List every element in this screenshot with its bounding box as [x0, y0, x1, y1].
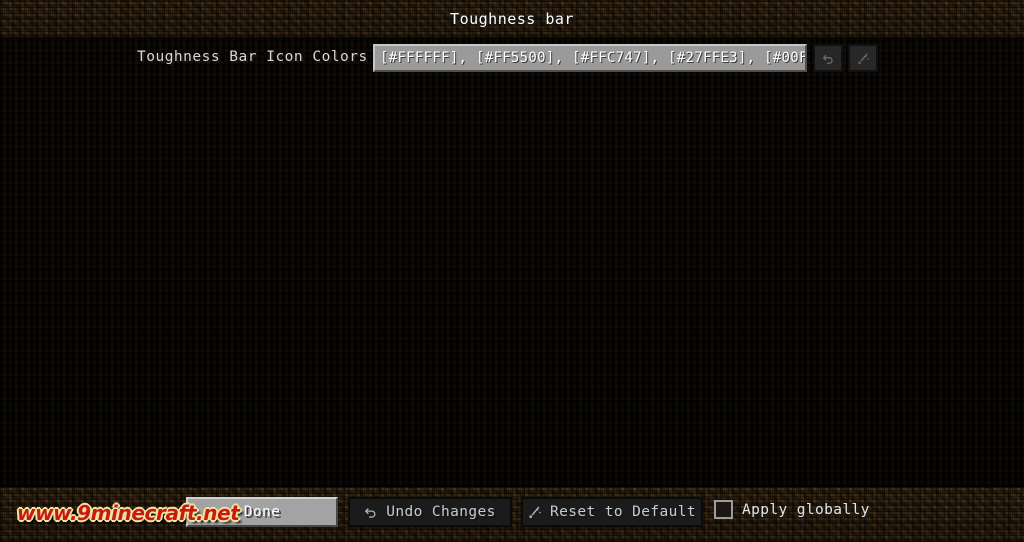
config-entry-row: Toughness Bar Icon Colors [#FFFFFF], [#F… [0, 44, 1024, 74]
footer-divider [0, 485, 1024, 487]
apply-globally-label: Apply globally [742, 501, 870, 518]
minecraft-config-screen: Toughness bar Toughness Bar Icon Colors … [0, 0, 1024, 542]
magic-wand-icon [857, 52, 870, 65]
site-watermark: www.9minecraft.net [17, 501, 240, 525]
undo-arrow-icon [822, 52, 835, 65]
page-title: Toughness bar [450, 10, 574, 28]
reset-to-default-button[interactable]: Reset to Default [521, 497, 703, 527]
input-value: [#FFFFFF], [#FF5500], [#FFC747], [#27FFE… [380, 50, 807, 66]
magic-wand-icon [528, 505, 542, 519]
header-divider [0, 38, 1024, 40]
entry-reset-button[interactable] [848, 44, 878, 72]
content-background [0, 38, 1024, 487]
undo-arrow-icon [364, 505, 378, 519]
reset-to-default-label: Reset to Default [549, 504, 697, 520]
apply-globally-checkbox[interactable] [714, 500, 733, 519]
entry-undo-button[interactable] [813, 44, 843, 72]
done-button-label: Done [243, 504, 281, 520]
undo-changes-button[interactable]: Undo Changes [348, 497, 512, 527]
undo-changes-label: Undo Changes [386, 504, 496, 520]
apply-globally-toggle[interactable]: Apply globally [714, 500, 870, 519]
toughness-bar-icon-colors-input[interactable]: [#FFFFFF], [#FF5500], [#FFC747], [#27FFE… [373, 44, 807, 72]
entry-label: Toughness Bar Icon Colors [137, 49, 368, 65]
